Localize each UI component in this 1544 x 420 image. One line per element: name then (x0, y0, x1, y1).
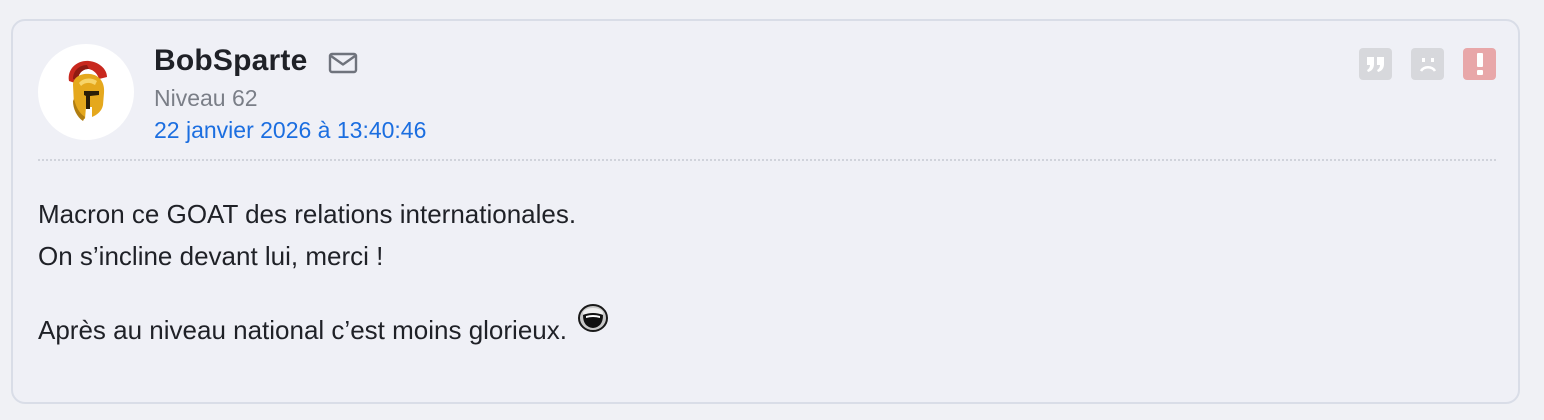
mail-icon[interactable] (328, 52, 358, 74)
header-divider (38, 159, 1496, 161)
avatar[interactable] (38, 44, 134, 140)
quote-button[interactable] (1359, 48, 1392, 80)
post-text-line: Après au niveau national c’est moins glo… (38, 304, 609, 351)
author-level: Niveau 62 (154, 85, 258, 111)
forum-post: BobSparte Niveau 62 22 janvier 2026 à 13… (11, 19, 1520, 404)
post-text-line: On s’incline devant lui, merci ! (38, 241, 384, 271)
post-date-link[interactable]: 22 janvier 2026 à 13:40:46 (154, 115, 426, 145)
post-text: Après au niveau national c’est moins glo… (38, 315, 567, 345)
quote-icon (1366, 57, 1384, 72)
author-block: BobSparte Niveau 62 22 janvier 2026 à 13… (154, 43, 426, 145)
post-text-line: Macron ce GOAT des relations internation… (38, 199, 577, 229)
author-username[interactable]: BobSparte (154, 44, 308, 78)
report-button[interactable] (1463, 48, 1496, 80)
laughing-smiley-icon (577, 303, 609, 345)
sad-reaction-button[interactable] (1411, 48, 1444, 80)
sad-face-icon (1419, 58, 1436, 72)
post-content: Macron ce GOAT des relations internation… (38, 193, 609, 351)
exclamation-icon (1476, 53, 1483, 75)
post-actions (1359, 48, 1496, 80)
spartan-helmet-icon (68, 60, 107, 121)
